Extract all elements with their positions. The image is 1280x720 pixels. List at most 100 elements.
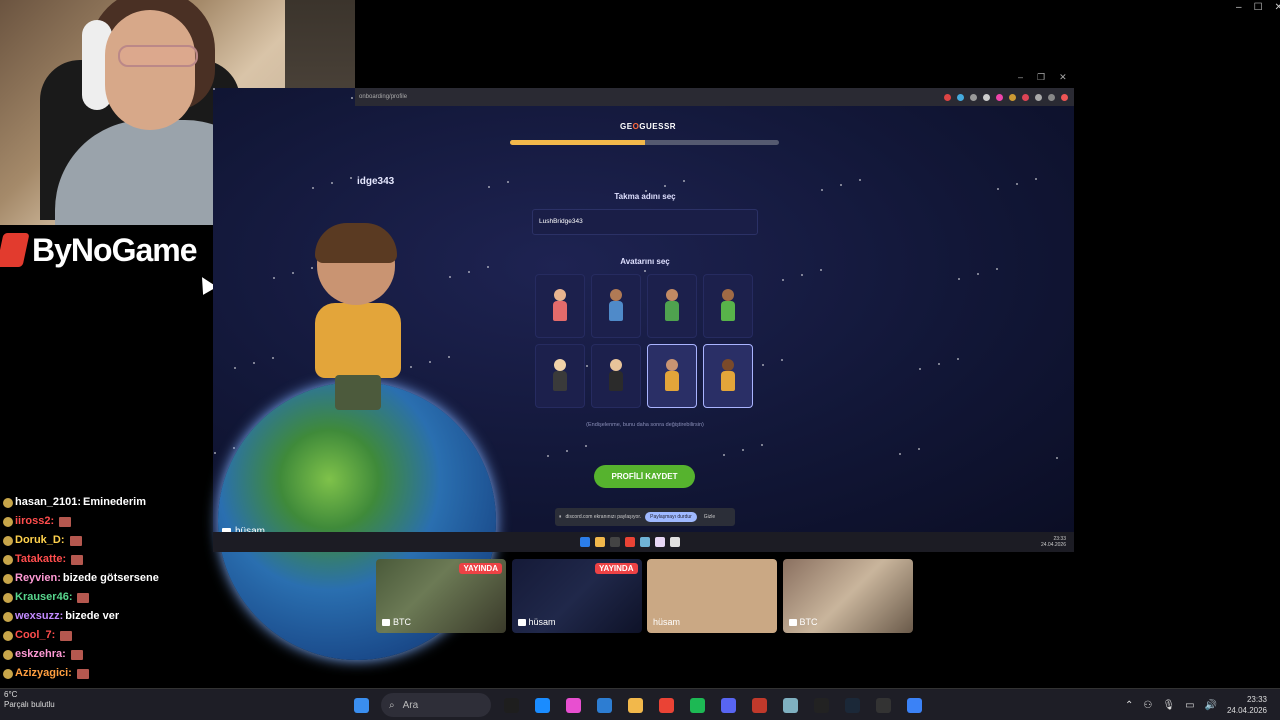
notes-icon[interactable] — [670, 537, 680, 547]
star — [331, 182, 333, 184]
start-button[interactable] — [350, 694, 372, 716]
avatar-figure-icon — [665, 289, 679, 323]
app-icon[interactable] — [640, 537, 650, 547]
avatar-option[interactable] — [647, 274, 697, 338]
avatar-option[interactable] — [535, 274, 585, 338]
star — [214, 452, 216, 454]
star — [762, 364, 764, 366]
save-profile-button[interactable]: PROFİLİ KAYDET — [594, 465, 695, 488]
doc-icon[interactable] — [655, 537, 665, 547]
weather-temp: 6°C — [4, 690, 18, 699]
windows-icon[interactable] — [580, 537, 590, 547]
emote-icon — [71, 554, 84, 565]
stream-thumbnail[interactable]: BTC — [782, 559, 913, 633]
user-badge-icon — [3, 611, 13, 622]
browser-restore-icon[interactable]: ❐ — [1037, 72, 1045, 83]
network-icon[interactable]: ⚇ — [1143, 700, 1152, 711]
avatar-option[interactable] — [591, 344, 641, 408]
url-bar[interactable]: onboarding/profile — [359, 94, 407, 100]
emote-icon — [60, 630, 73, 641]
avatar-option[interactable] — [647, 344, 697, 408]
stream-thumbnail[interactable]: YAYINDA BTC — [376, 559, 506, 633]
browser-toolbar: onboarding/profile — [355, 88, 1074, 106]
stop-sharing-button[interactable]: Paylaşmayı durdur — [645, 512, 697, 522]
taskbar-app-icon[interactable] — [593, 694, 615, 716]
star — [781, 359, 783, 361]
taskbar-app-icon[interactable] — [562, 694, 584, 716]
inner-clock: 23:33 24.04.2026 — [1040, 536, 1066, 548]
star — [585, 445, 587, 447]
inner-taskbar: 23:33 24.04.2026 — [213, 532, 1074, 552]
taskbar-app-icon[interactable] — [624, 694, 646, 716]
hide-button[interactable]: Gizle — [701, 512, 718, 522]
chat-message: Doruk_D: — [3, 531, 213, 550]
star — [742, 449, 744, 451]
display-icon[interactable]: ▭ — [1185, 700, 1194, 711]
user-badge-icon — [3, 630, 13, 641]
taskbar-apps: ⌕ Ara — [350, 693, 925, 717]
chat-username[interactable]: Reyvien: — [15, 569, 61, 588]
chevron-up-icon[interactable]: ⌃ — [1125, 700, 1133, 711]
live-badge: YAYINDA — [459, 563, 502, 574]
chat-username[interactable]: Krauser46: — [15, 588, 72, 607]
taskbar-app-icon[interactable] — [717, 694, 739, 716]
terminal-icon[interactable] — [610, 537, 620, 547]
star — [448, 356, 450, 358]
geoguessr-logo[interactable]: GEOGUESSR — [620, 122, 676, 131]
star — [487, 266, 489, 268]
folder-icon[interactable] — [595, 537, 605, 547]
avatar-option[interactable] — [703, 344, 753, 408]
taskbar-app-icon[interactable] — [779, 694, 801, 716]
taskbar-app-icon[interactable] — [655, 694, 677, 716]
bynogame-logo-icon — [0, 233, 30, 267]
stream-thumbnail[interactable]: hüsam — [647, 559, 777, 633]
nickname-input[interactable]: LushBridge343 — [532, 209, 758, 235]
chat-username[interactable]: Tatakatte: — [15, 550, 66, 569]
star — [312, 187, 314, 189]
taskbar-app-icon[interactable] — [872, 694, 894, 716]
chat-text: bizede ver — [65, 610, 120, 622]
maximize-icon[interactable]: ☐ — [1254, 2, 1263, 13]
avatar-option[interactable] — [703, 274, 753, 338]
taskbar-search[interactable]: ⌕ Ara — [381, 693, 491, 717]
browser-close-icon[interactable]: ✕ — [1059, 72, 1067, 83]
close-icon[interactable]: ✕ — [1275, 2, 1280, 13]
taskbar-app-icon[interactable] — [810, 694, 832, 716]
chat-username[interactable]: Azizyagici: — [15, 664, 72, 683]
weather-widget[interactable]: 6°C Parçalı bulutlu — [4, 690, 55, 710]
chat-username[interactable]: hasan_2101: — [15, 493, 81, 512]
taskbar-app-icon[interactable] — [748, 694, 770, 716]
avatar-figure-icon — [665, 359, 679, 393]
star — [273, 277, 275, 279]
pause-icon: ⏸ — [559, 514, 562, 520]
chat-message: Krauser46: — [3, 588, 213, 607]
taskbar-app-icon[interactable] — [531, 694, 553, 716]
browser-minimize-icon[interactable]: – — [1018, 72, 1023, 83]
chat-username[interactable]: Doruk_D: — [15, 531, 65, 550]
system-tray: ⌃ ⚇ 🎙 ▭ 🔊 23:33 24.04.2026 — [1125, 694, 1267, 716]
taskbar-app-icon[interactable] — [686, 694, 708, 716]
search-placeholder: Ara — [402, 699, 419, 711]
chat-username[interactable]: iiross2: — [15, 512, 54, 531]
weather-desc: Parçalı bulutlu — [4, 700, 55, 709]
chat-message: eskzehra: — [3, 645, 213, 664]
taskbar-app-icon[interactable] — [841, 694, 863, 716]
volume-icon[interactable]: 🔊 — [1205, 700, 1217, 711]
brand-text: ByNoGame — [32, 231, 197, 268]
avatar-heading: Avatarını seç — [620, 257, 670, 266]
taskbar-clock[interactable]: 23:33 24.04.2026 — [1227, 694, 1267, 716]
minimize-icon[interactable]: – — [1236, 2, 1242, 13]
avatar-option[interactable] — [535, 344, 585, 408]
chat-username[interactable]: eskzehra: — [15, 645, 66, 664]
chat-username[interactable]: wexsuzz: — [15, 607, 63, 626]
taskbar-app-icon[interactable] — [903, 694, 925, 716]
taskbar-app-icon[interactable] — [500, 694, 522, 716]
microphone-icon[interactable]: 🎙 — [1162, 700, 1175, 711]
chat-username[interactable]: Cool_7: — [15, 626, 55, 645]
star — [547, 455, 549, 457]
star — [410, 366, 412, 368]
chrome-icon[interactable] — [625, 537, 635, 547]
stream-thumbnail[interactable]: YAYINDA hüsam — [511, 559, 642, 633]
avatar-option[interactable] — [591, 274, 641, 338]
search-icon: ⌕ — [389, 699, 395, 711]
